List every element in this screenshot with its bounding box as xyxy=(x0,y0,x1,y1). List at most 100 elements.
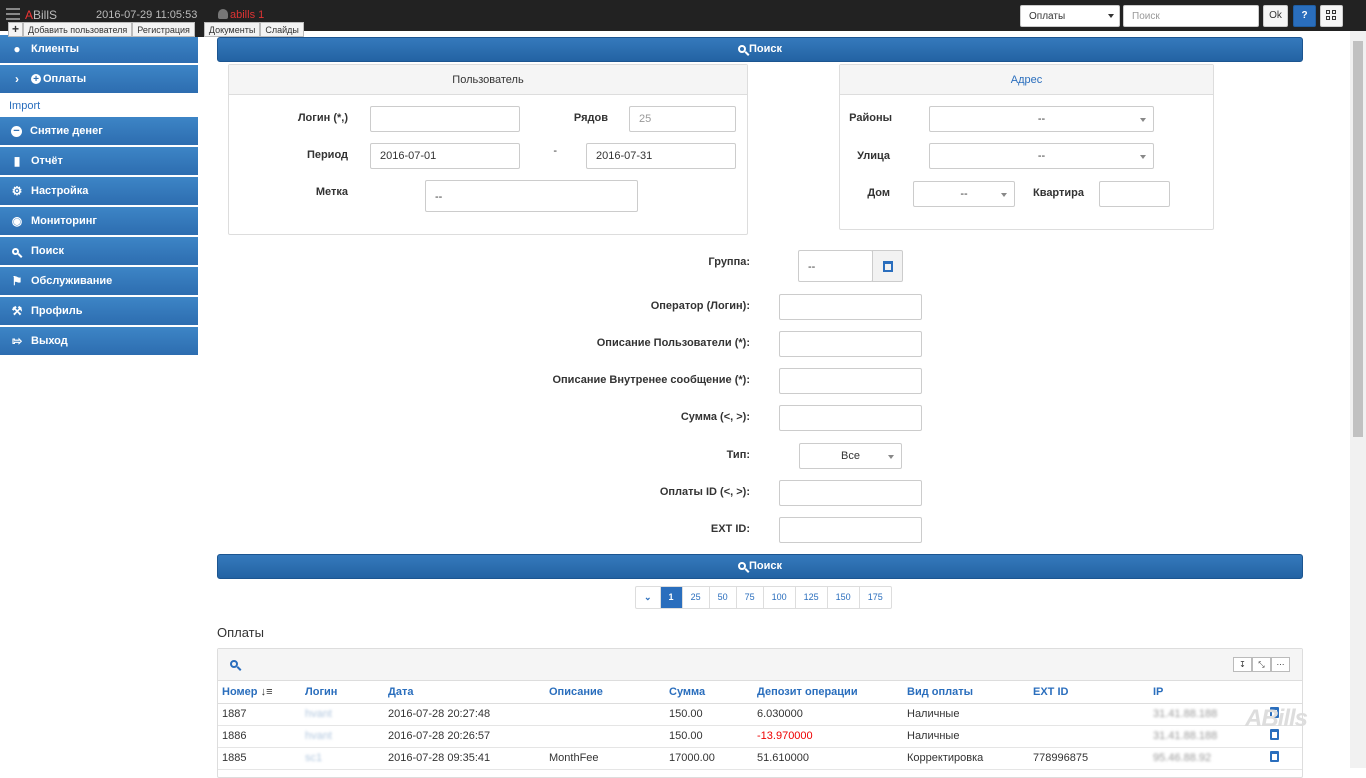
cell-desc: MonthFee xyxy=(545,747,665,770)
current-user[interactable]: abills 1 xyxy=(218,9,264,21)
pager-item[interactable]: 50 xyxy=(710,587,737,608)
pager-item[interactable]: 150 xyxy=(828,587,860,608)
street-select[interactable]: -- xyxy=(929,143,1154,169)
column-header[interactable]: Описание xyxy=(545,681,665,704)
column-header[interactable]: Дата xyxy=(384,681,545,704)
pager-item[interactable]: 100 xyxy=(764,587,796,608)
quick-links-bar: + Добавить пользователя Регистрация Доку… xyxy=(8,22,304,37)
sidebar-item-clients[interactable]: ● Клиенты xyxy=(0,35,198,65)
ext-id-input[interactable] xyxy=(779,517,922,543)
scrollbar-thumb[interactable] xyxy=(1353,41,1363,437)
sidebar-item-search[interactable]: Поиск xyxy=(0,237,198,267)
quick-documents[interactable]: Документы xyxy=(203,22,261,37)
sidebar-item-logout[interactable]: ⇰ Выход xyxy=(0,327,198,357)
column-header[interactable]: EXT ID xyxy=(1029,681,1149,704)
grid-icon xyxy=(1326,10,1330,14)
period-separator: - xyxy=(553,145,557,157)
cell-date: 2016-07-28 20:26:57 xyxy=(384,725,545,748)
user-panel-title: Пользователь xyxy=(229,65,747,95)
help-button[interactable]: ? xyxy=(1293,5,1316,27)
search-icon[interactable] xyxy=(230,660,238,668)
group-input[interactable]: -- xyxy=(798,250,873,282)
period-from-input[interactable]: 2016-07-01 xyxy=(370,143,520,169)
house-select[interactable]: -- xyxy=(913,181,1015,207)
search-button-top[interactable]: Поиск xyxy=(217,37,1303,62)
sidebar-item-profile[interactable]: ⚒ Профиль xyxy=(0,297,198,327)
caret-down-icon xyxy=(1108,14,1114,18)
cell-type: Корректировка xyxy=(903,747,1029,770)
expand-icon[interactable]: ⤡ xyxy=(1252,657,1271,672)
quick-add-user[interactable]: Добавить пользователя xyxy=(23,22,133,37)
cell-login[interactable]: sc1 xyxy=(301,747,384,770)
top-search-input[interactable]: Поиск xyxy=(1123,5,1259,27)
sum-label: Сумма (<, >): xyxy=(680,411,750,423)
caret-down-icon xyxy=(1001,193,1007,197)
quick-slides[interactable]: Слайды xyxy=(260,22,304,37)
districts-select[interactable]: -- xyxy=(929,106,1154,132)
payments-table: Номер ↓≡ Логин Дата Описание Сумма Депоз… xyxy=(218,681,1302,770)
export-icon[interactable]: ↧ xyxy=(1233,657,1252,672)
sidebar-item-monitoring[interactable]: ◉ Мониторинг xyxy=(0,207,198,237)
page-scrollbar[interactable] xyxy=(1350,31,1366,768)
column-header[interactable]: Сумма xyxy=(665,681,753,704)
sum-input[interactable] xyxy=(779,405,922,431)
operator-input[interactable] xyxy=(779,294,922,320)
column-header[interactable]: IP xyxy=(1149,681,1266,704)
apps-grid-button[interactable] xyxy=(1320,5,1343,27)
column-header[interactable]: Депозит операции xyxy=(753,681,903,704)
brand-logo[interactable]: ABillS xyxy=(25,8,57,22)
table-row: 1886 hvant 2016-07-28 20:26:57 150.00 -1… xyxy=(218,725,1302,748)
caret-down-icon xyxy=(1140,155,1146,159)
address-panel-title[interactable]: Адрес xyxy=(840,65,1213,95)
cell-sum: 150.00 xyxy=(665,703,753,726)
type-select[interactable]: Все xyxy=(799,443,902,469)
chevron-down-icon[interactable]: ⌄ xyxy=(636,587,661,608)
search-button-bottom[interactable]: Поиск xyxy=(217,554,1303,579)
pager-item[interactable]: 1 xyxy=(660,587,683,608)
pager-item[interactable]: 175 xyxy=(860,587,891,608)
sidebar-item-withdraw[interactable]: − Снятие денег xyxy=(0,117,198,147)
sort-desc-icon: ↓≡ xyxy=(260,685,273,698)
internal-desc-input[interactable] xyxy=(779,368,922,394)
flat-label: Квартира xyxy=(1032,187,1084,199)
cell-login[interactable]: hvant xyxy=(301,725,384,748)
rows-input[interactable]: 25 xyxy=(629,106,736,132)
districts-label: Районы xyxy=(849,112,892,124)
cell-id: 1885 xyxy=(218,747,301,770)
flat-input[interactable] xyxy=(1099,181,1170,207)
cell-ext-id: 778996875 xyxy=(1029,747,1149,770)
group-picker-button[interactable] xyxy=(872,250,903,282)
current-user-name: abills 1 xyxy=(230,9,265,21)
period-to-input[interactable]: 2016-07-31 xyxy=(586,143,736,169)
eye-icon: ◉ xyxy=(11,214,23,228)
column-header[interactable]: Логин xyxy=(301,681,384,704)
tag-label: Метка xyxy=(315,186,348,198)
cell-deposit: 6.030000 xyxy=(753,703,903,726)
pager-item[interactable]: 75 xyxy=(737,587,764,608)
quick-separator xyxy=(194,22,204,37)
sidebar-item-payments[interactable]: › + Оплаты xyxy=(0,65,198,95)
quick-registration[interactable]: Регистрация xyxy=(132,22,195,37)
sidebar-item-settings[interactable]: ⚙ Настройка xyxy=(0,177,198,207)
quick-add-icon[interactable]: + xyxy=(8,22,24,37)
delete-button[interactable] xyxy=(1266,747,1302,770)
column-header[interactable]: Номер ↓≡ xyxy=(218,681,301,704)
user-desc-input[interactable] xyxy=(779,331,922,357)
pager-item[interactable]: 25 xyxy=(683,587,710,608)
sidebar: ● Клиенты › + Оплаты Import − Снятие денег ▮… xyxy=(0,35,198,357)
pager-item[interactable]: 125 xyxy=(796,587,828,608)
tag-select[interactable]: -- xyxy=(425,180,638,212)
cell-ip: 95.46.88.92 xyxy=(1149,747,1266,770)
sidebar-item-import[interactable]: Import xyxy=(0,95,198,117)
top-ok-button[interactable]: Ok xyxy=(1263,5,1288,27)
more-icon[interactable]: ⋯ xyxy=(1271,657,1290,672)
column-header[interactable]: Вид оплаты xyxy=(903,681,1029,704)
login-input[interactable] xyxy=(370,106,520,132)
payment-id-input[interactable] xyxy=(779,480,922,506)
module-select[interactable]: Оплаты xyxy=(1020,5,1120,27)
search-icon xyxy=(737,562,746,570)
cell-login[interactable]: hvant xyxy=(301,703,384,726)
sidebar-item-report[interactable]: ▮ Отчёт xyxy=(0,147,198,177)
sidebar-item-service[interactable]: ⚑ Обслуживание xyxy=(0,267,198,297)
hamburger-menu-icon[interactable] xyxy=(6,8,20,20)
